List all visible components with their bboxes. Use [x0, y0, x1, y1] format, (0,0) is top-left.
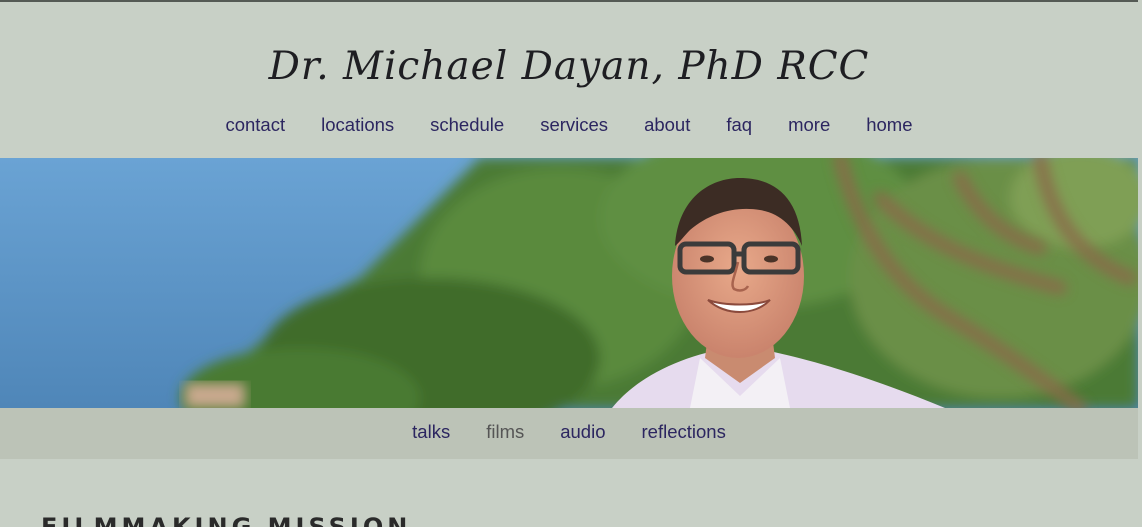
nav-services[interactable]: services — [540, 114, 608, 136]
hero-banner — [0, 158, 1138, 408]
subnav-talks[interactable]: talks — [412, 421, 450, 443]
nav-about[interactable]: about — [644, 114, 690, 136]
site-title[interactable]: Dr. Michael Dayan, PhD RCC — [0, 44, 1138, 89]
top-border — [0, 0, 1142, 2]
nav-locations[interactable]: locations — [321, 114, 394, 136]
nav-schedule[interactable]: schedule — [430, 114, 504, 136]
nav-faq[interactable]: faq — [726, 114, 752, 136]
section-heading: FILMMAKING MISSION — [41, 513, 411, 527]
nav-more[interactable]: more — [788, 114, 830, 136]
nav-home[interactable]: home — [866, 114, 912, 136]
sub-nav: talks films audio reflections — [0, 421, 1138, 443]
main-nav: contact locations schedule services abou… — [0, 114, 1138, 136]
portrait-photo-icon — [0, 158, 1138, 408]
subnav-reflections[interactable]: reflections — [642, 421, 726, 443]
right-edge — [1138, 0, 1142, 527]
subnav-audio[interactable]: audio — [560, 421, 605, 443]
nav-contact[interactable]: contact — [225, 114, 285, 136]
subnav-films[interactable]: films — [486, 421, 524, 443]
subnav-bar: talks films audio reflections — [0, 408, 1138, 459]
page: Dr. Michael Dayan, PhD RCC contact locat… — [0, 0, 1142, 527]
